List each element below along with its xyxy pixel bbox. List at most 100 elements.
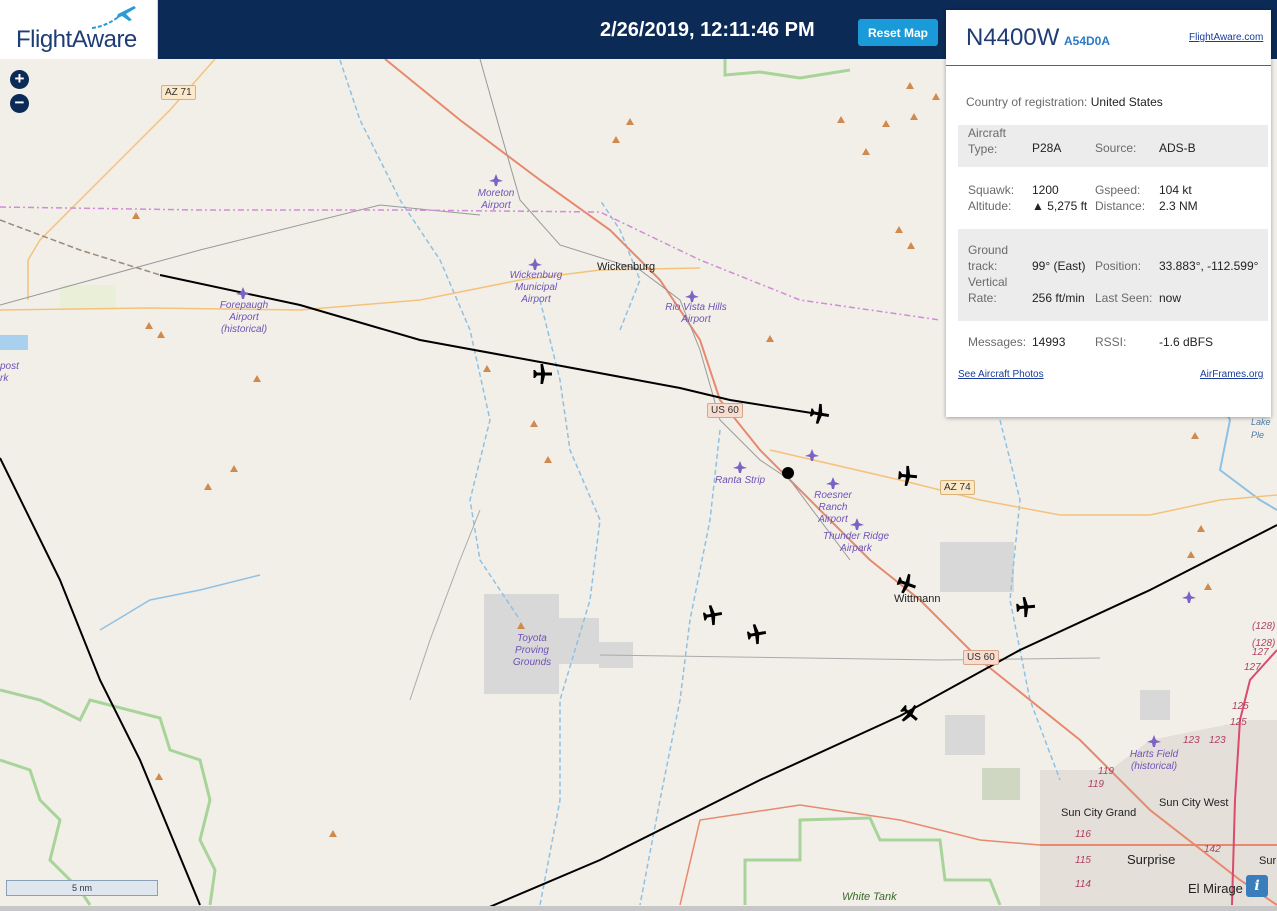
land-area	[982, 768, 1020, 800]
airport-label-edge: post rk	[0, 361, 19, 384]
aircraft-info-panel: N4400W A54D0A FlightAware.com Country of…	[946, 10, 1271, 417]
selected-flight-track	[159, 274, 819, 415]
label-toyota-proving-grounds: Toyota Proving Grounds	[512, 633, 552, 668]
road-shield-us60: US 60	[707, 403, 743, 418]
vertical-rate-label: Vertical Rate:	[968, 275, 1008, 305]
route-number: 123	[1209, 735, 1226, 746]
road	[599, 654, 1101, 661]
flightaware-logo[interactable]: FlightAware	[0, 0, 158, 59]
track-position-row: Ground track: 99° (East) Position: 33.88…	[958, 229, 1268, 321]
airport-label-thunder-ridge: Thunder Ridge Airpark	[822, 531, 890, 554]
place-label-sun-city-west: Sun City West	[1159, 797, 1229, 809]
lake	[0, 335, 28, 350]
place-label-surprise: Surprise	[1127, 852, 1176, 867]
gspeed-value: 104 kt	[1159, 183, 1192, 197]
country-label: Country of registration:	[966, 95, 1088, 109]
land-area	[60, 285, 116, 310]
airport-label-forepaugh: Forepaugh Airport (historical)	[219, 300, 269, 335]
route-number: 116	[1075, 829, 1091, 840]
place-label-wickenburg: Wickenburg	[597, 261, 656, 273]
icao-hex-code: A54D0A	[1064, 34, 1111, 48]
river	[999, 419, 1061, 781]
scale-bar: 5 nm	[6, 880, 158, 896]
messages-value: 14993	[1032, 335, 1066, 349]
squawk-value: 1200	[1032, 183, 1059, 197]
place-label-sun-city-grand: Sun City Grand	[1061, 807, 1137, 819]
messages-label: Messages:	[968, 335, 1027, 349]
distance-value: 2.3 NM	[1159, 199, 1198, 213]
route-number: 127	[1252, 647, 1269, 658]
clock: 2/26/2019, 12:11:46 PM	[600, 19, 815, 41]
route-number: 142	[1204, 844, 1221, 855]
airframes-link[interactable]: AirFrames.org	[1200, 369, 1263, 380]
ground-track-value: 99° (East)	[1032, 259, 1086, 273]
route-number: 123	[1183, 735, 1200, 746]
place-label-lake: Lake Ple	[1251, 417, 1271, 440]
last-seen-label: Last Seen:	[1095, 291, 1153, 305]
route-number: 114	[1075, 879, 1091, 890]
altitude-value: ▲ 5,275 ft	[1032, 199, 1088, 213]
aircraft-type-row: Aircraft Type: P28A Source: ADS-B	[958, 125, 1268, 167]
reset-map-button[interactable]: Reset Map	[858, 19, 938, 46]
source-label: Source:	[1095, 141, 1137, 155]
gspeed-label: Gspeed:	[1095, 183, 1141, 197]
receiver-location-marker	[782, 467, 794, 479]
info-icon[interactable]: i	[1246, 875, 1268, 897]
route-number: 125	[1230, 717, 1247, 728]
route-number: 119	[1088, 779, 1104, 790]
place-label-white-tank: White Tank	[842, 891, 897, 903]
route-number: (128)	[1252, 621, 1276, 632]
airport-label-rio-vista: Rio Vista Hills Airport	[665, 302, 727, 325]
rssi-value: -1.6 dBFS	[1159, 335, 1214, 349]
road	[409, 509, 481, 701]
route-number: 119	[1098, 766, 1114, 777]
flight-track-line	[0, 457, 201, 906]
airport-label-roesner-ranch: Roesner Ranch Airport	[814, 490, 852, 525]
land-area	[940, 542, 1014, 592]
airport-label-ranta-strip: Ranta Strip	[714, 475, 766, 486]
land-area	[559, 618, 599, 664]
boundary	[0, 219, 161, 276]
position-value: 33.883°, -112.599°	[1159, 259, 1259, 273]
distance-label: Distance:	[1095, 199, 1146, 213]
land-area	[1140, 690, 1170, 720]
airport-label-moreton: Moreton Airport	[477, 188, 515, 211]
aircraft-type-label: Aircraft Type:	[968, 126, 1007, 156]
route-number: 115	[1075, 855, 1091, 866]
horizontal-scrollbar[interactable]	[0, 906, 1277, 911]
altitude-label: Altitude:	[968, 199, 1012, 213]
see-aircraft-photos-link[interactable]: See Aircraft Photos	[958, 369, 1044, 380]
ground-track-label: Ground track:	[968, 243, 1009, 273]
source-value: ADS-B	[1159, 141, 1196, 155]
messages-row: Messages: 14993 RSSI: -1.6 dBFS	[958, 334, 1268, 354]
position-label: Position:	[1095, 259, 1142, 273]
route-number: 127	[1244, 662, 1261, 673]
last-seen-value: now	[1159, 291, 1182, 305]
place-label-el-mirage: El Mirage	[1188, 881, 1243, 896]
flightaware-link[interactable]: FlightAware.com	[1189, 32, 1263, 43]
rssi-label: RSSI:	[1095, 335, 1127, 349]
squawk-altitude-row: Squawk: 1200 Gspeed: 104 kt Altitude: ▲ …	[958, 182, 1268, 218]
airport-label-wickenburg-municipal: Wickenburg Municipal Airport	[509, 270, 563, 305]
country-of-registration: Country of registration: United States	[966, 95, 1163, 109]
brand-name: FlightAware	[16, 26, 137, 53]
zoom-out-button[interactable]: −	[10, 94, 29, 113]
airport-label-harts-field: Harts Field (historical)	[1129, 749, 1179, 772]
place-label-edge: Sur	[1259, 855, 1277, 867]
road-shield-us60: US 60	[963, 650, 999, 665]
vertical-rate-value: 256 ft/min	[1032, 291, 1085, 305]
aircraft-type-value: P28A	[1032, 141, 1062, 155]
park-boundary	[0, 688, 217, 906]
aircraft-registration: N4400W	[966, 24, 1060, 51]
country-value: United States	[1090, 95, 1163, 109]
highway	[679, 804, 1041, 906]
route-number: 125	[1232, 701, 1249, 712]
park-boundary	[723, 59, 851, 80]
road-shield-az71: AZ 71	[161, 85, 196, 100]
panel-header: N4400W A54D0A FlightAware.com	[946, 10, 1271, 66]
place-label-wittmann: Wittmann	[894, 593, 941, 605]
zoom-in-button[interactable]: +	[10, 70, 29, 89]
road-shield-az74: AZ 74	[940, 480, 975, 495]
river	[99, 574, 261, 631]
land-area	[945, 715, 985, 755]
